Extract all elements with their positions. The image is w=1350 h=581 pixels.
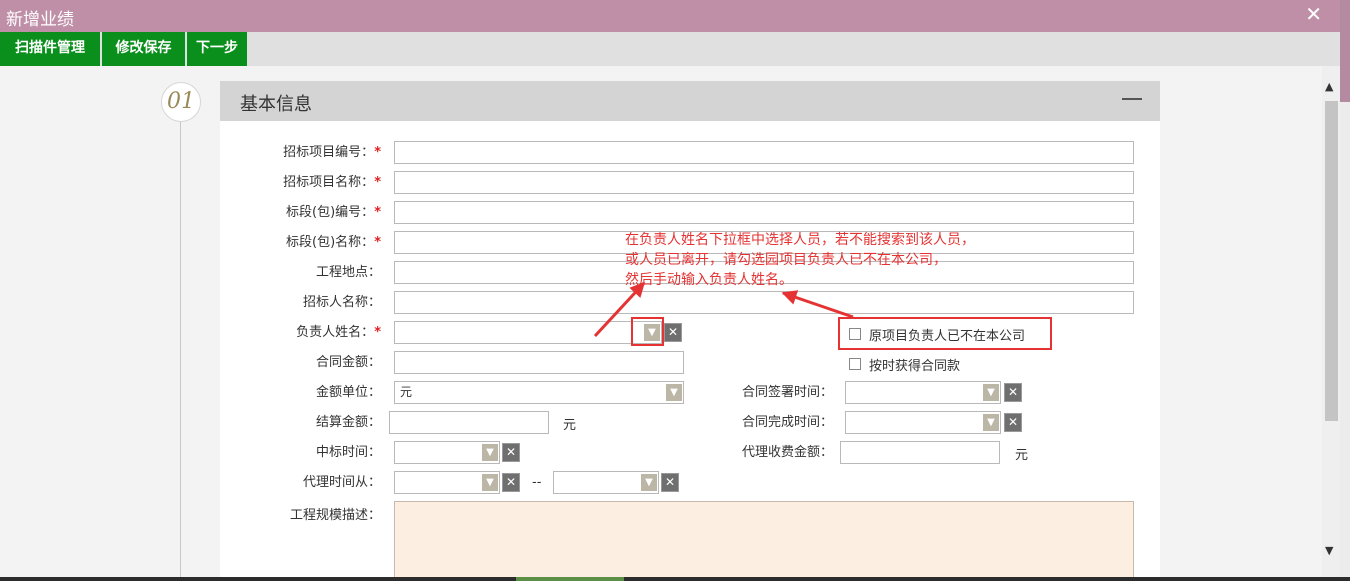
- tender-no-label: 招标项目编号：*: [283, 145, 381, 160]
- agency-fee-label: 代理收费金额：: [741, 445, 833, 460]
- sign-time-picker[interactable]: ▼: [845, 381, 1001, 404]
- chevron-down-icon[interactable]: ▼: [983, 414, 999, 431]
- settle-amount-label: 结算金额：: [315, 415, 381, 430]
- scroll-down-icon[interactable]: ▼: [1325, 544, 1333, 557]
- on-time-label: 按时获得合同款: [869, 359, 961, 374]
- agency-from-label: 代理时间从：: [302, 475, 381, 490]
- clear-icon[interactable]: ✕: [502, 473, 520, 492]
- taskbar-active: [516, 577, 624, 581]
- lot-no-input[interactable]: [394, 201, 1134, 224]
- tender-name-label: 招标项目名称：*: [283, 175, 381, 190]
- sign-time-label: 合同签署时间：: [741, 385, 833, 400]
- toolbar: 扫描件管理 修改保存 下一步: [0, 32, 1340, 66]
- scale-desc-textarea[interactable]: [394, 501, 1134, 581]
- scrollbar-thumb[interactable]: [1325, 101, 1338, 421]
- save-changes-button[interactable]: 修改保存: [102, 32, 186, 66]
- win-time-picker[interactable]: ▼: [394, 441, 500, 464]
- agency-to-picker[interactable]: ▼: [553, 471, 659, 494]
- manager-left-checkbox[interactable]: [849, 328, 861, 340]
- next-step-button[interactable]: 下一步: [187, 32, 248, 66]
- annotation-note: 在负责人姓名下拉框中选择人员，若不能搜索到该人员， 或人员已离开，请勾选园项目负…: [625, 230, 975, 290]
- amount-unit-label: 金额单位：: [315, 385, 381, 400]
- agency-from-picker[interactable]: ▼: [394, 471, 500, 494]
- step-number: 01: [161, 82, 201, 122]
- chevron-down-icon[interactable]: ▼: [641, 474, 657, 491]
- lot-no-label: 标段(包)编号：*: [286, 205, 381, 220]
- amount-unit-value: 元: [400, 385, 413, 399]
- annotation-line: 或人员已离开，请勾选园项目负责人已不在本公司，: [625, 252, 947, 268]
- scale-desc-label: 工程规模描述：: [289, 508, 381, 523]
- tenderer-input[interactable]: [394, 291, 1134, 314]
- agency-fee-input[interactable]: [840, 441, 1000, 464]
- tender-no-input[interactable]: [394, 141, 1134, 164]
- tenderer-label: 招标人名称：: [302, 295, 381, 310]
- chevron-down-icon[interactable]: ▼: [482, 474, 498, 491]
- location-label: 工程地点：: [315, 265, 381, 280]
- close-icon[interactable]: ✕: [1305, 3, 1322, 25]
- manager-left-label: 原项目负责人已不在本公司: [869, 329, 1026, 344]
- contract-amount-input[interactable]: [394, 351, 684, 374]
- lot-name-label: 标段(包)名称：*: [286, 235, 381, 250]
- contract-amount-label: 合同金额：: [315, 355, 381, 370]
- annotation-line: 在负责人姓名下拉框中选择人员，若不能搜索到该人员，: [625, 232, 975, 248]
- highlight-box: [631, 317, 664, 346]
- panel-title: 基本信息: [240, 94, 312, 115]
- panel-header: 基本信息: [220, 81, 1160, 121]
- annotation-line: 然后手动输入负责人姓名。: [625, 272, 793, 288]
- title-bar: 新增业绩 ✕: [0, 0, 1340, 32]
- window-title: 新增业绩: [6, 10, 74, 30]
- manager-select[interactable]: ▼: [394, 321, 662, 344]
- tender-name-input[interactable]: [394, 171, 1134, 194]
- clear-icon[interactable]: ✕: [661, 473, 679, 492]
- complete-time-picker[interactable]: ▼: [845, 411, 1001, 434]
- clear-icon[interactable]: ✕: [664, 323, 682, 342]
- agency-fee-unit: 元: [1015, 448, 1029, 463]
- settle-unit: 元: [563, 418, 577, 433]
- complete-time-label: 合同完成时间：: [741, 415, 833, 430]
- clear-icon[interactable]: ✕: [1004, 413, 1022, 432]
- taskbar-strip: [0, 577, 1350, 581]
- collapse-icon[interactable]: [1122, 98, 1142, 100]
- vertical-scrollbar[interactable]: ▲ ▼: [1322, 66, 1340, 581]
- clear-icon[interactable]: ✕: [502, 443, 520, 462]
- date-range-separator: --: [532, 475, 542, 490]
- chevron-down-icon[interactable]: ▼: [983, 384, 999, 401]
- window-edge: [1340, 102, 1350, 581]
- scan-manage-button[interactable]: 扫描件管理: [0, 32, 101, 66]
- settle-amount-input[interactable]: [389, 411, 549, 434]
- scroll-up-icon[interactable]: ▲: [1325, 80, 1333, 93]
- clear-icon[interactable]: ✕: [1004, 383, 1022, 402]
- win-time-label: 中标时间：: [315, 445, 381, 460]
- on-time-checkbox[interactable]: [849, 358, 861, 370]
- window-edge: [1340, 0, 1350, 102]
- chevron-down-icon[interactable]: ▼: [482, 444, 498, 461]
- manager-label: 负责人姓名：*: [296, 325, 381, 340]
